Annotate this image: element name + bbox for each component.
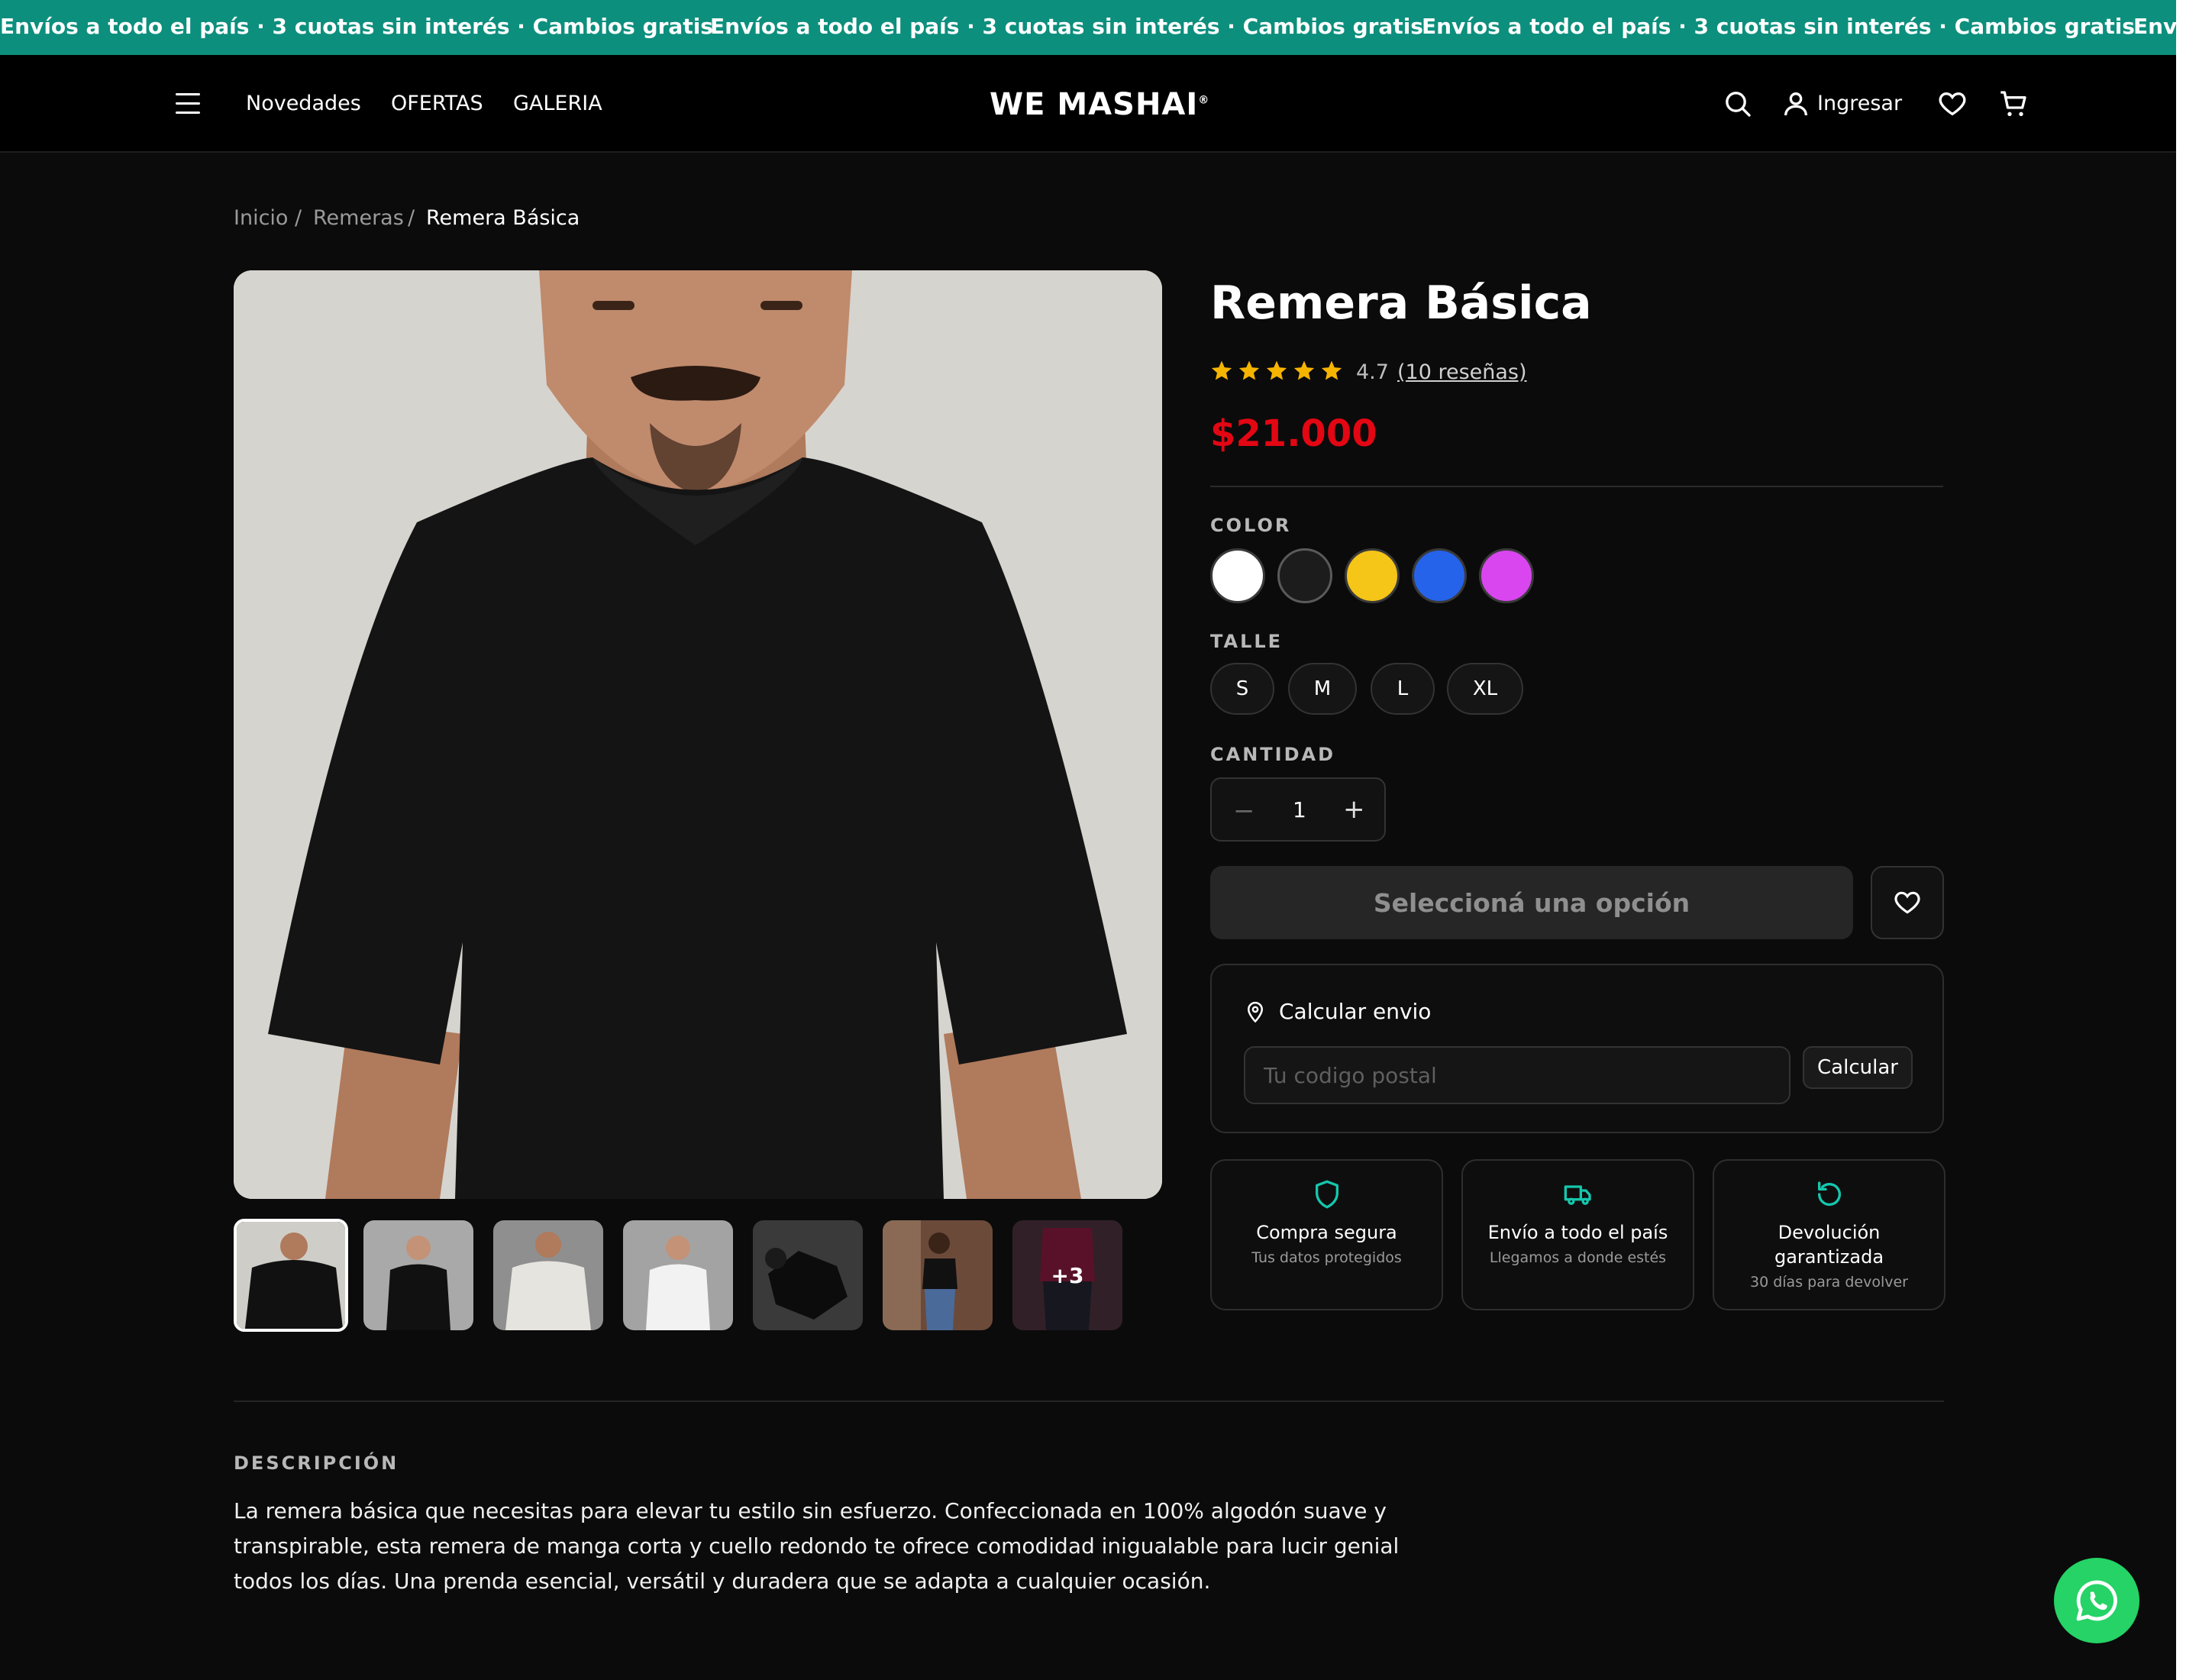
search-icon[interactable] <box>1723 89 1753 119</box>
breadcrumb-inicio[interactable]: Inicio <box>234 206 288 230</box>
breadcrumb-separator: / <box>408 206 415 230</box>
quantity-stepper: − 1 + <box>1210 777 1386 842</box>
swatch-yellow[interactable] <box>1345 548 1400 603</box>
heart-icon <box>1894 891 1920 914</box>
wishlist-button[interactable] <box>1871 866 1944 939</box>
thumbnail-6[interactable] <box>883 1220 993 1330</box>
size-label: TALLE <box>1210 631 1284 652</box>
thumbnail-2[interactable] <box>363 1220 473 1330</box>
section-divider <box>234 1401 1944 1402</box>
announcement-bar: Envíos a todo el país · 3 cuotas sin int… <box>0 0 2199 55</box>
site-header: Novedades OFERTAS GALERIA WE MASHAI® Ing… <box>0 55 2176 153</box>
swatch-blue[interactable] <box>1412 548 1467 603</box>
color-label: COLOR <box>1210 515 1292 536</box>
feature-title: Envío a todo el país <box>1487 1222 1668 1243</box>
announcement-text: Envíos a todo el país · 3 cuotas sin int… <box>710 14 1423 39</box>
refresh-icon <box>1817 1181 1841 1207</box>
thumbnail-1[interactable] <box>234 1219 348 1332</box>
quantity-label: CANTIDAD <box>1210 744 1335 765</box>
rating-stars <box>1210 359 1343 382</box>
breadcrumb-remeras[interactable]: Remeras <box>313 206 404 230</box>
feature-guaranteed-return: Devolución garantizada 30 días para devo… <box>1713 1159 1946 1310</box>
add-to-cart-button[interactable]: Seleccioná una opción <box>1210 866 1853 939</box>
feature-title: Devolución garantizada <box>1774 1222 1884 1268</box>
thumbnail-4[interactable] <box>623 1220 733 1330</box>
heart-icon[interactable] <box>1936 89 1968 119</box>
reviews-link[interactable]: (10 reseñas) <box>1397 360 1527 384</box>
size-s[interactable]: S <box>1210 663 1274 715</box>
truck-icon <box>1564 1185 1591 1205</box>
feature-secure-purchase: Compra segura Tus datos protegidos <box>1210 1159 1443 1310</box>
nav-novedades[interactable]: Novedades <box>246 92 361 115</box>
nav-ofertas[interactable]: OFERTAS <box>391 92 483 115</box>
calculate-button[interactable]: Calcular <box>1803 1046 1913 1089</box>
page-edge <box>2176 0 2199 1680</box>
shield-icon <box>1315 1180 1338 1209</box>
size-l[interactable]: L <box>1371 663 1435 715</box>
size-m[interactable]: M <box>1288 663 1357 715</box>
swatch-magenta[interactable] <box>1479 548 1534 603</box>
whatsapp-button[interactable] <box>2054 1558 2139 1643</box>
breadcrumb-separator: / <box>295 206 302 230</box>
whatsapp-icon <box>2076 1580 2117 1621</box>
product-main-image[interactable] <box>234 270 1162 1199</box>
thumbnail-5[interactable] <box>753 1220 863 1330</box>
star-icon <box>1266 360 1287 380</box>
announcement-text: Envíos a todo el país · 3 cuotas sin int… <box>1422 14 2135 39</box>
divider <box>1210 486 1943 487</box>
description-text: La remera básica que necesitas para elev… <box>234 1498 1400 1594</box>
location-pin-icon <box>1247 1001 1264 1023</box>
description-label: DESCRIPCIÓN <box>234 1452 399 1474</box>
feature-nationwide-shipping: Envío a todo el país Llegamos a donde es… <box>1461 1159 1694 1310</box>
menu-icon[interactable] <box>176 93 200 115</box>
shipping-title: Calcular envio <box>1279 999 1432 1024</box>
more-thumbnails-label[interactable]: +3 <box>1012 1220 1122 1330</box>
thumbnail-7[interactable]: +3 <box>1012 1220 1122 1330</box>
shipping-calculator: Calcular envio Calcular <box>1210 964 1944 1133</box>
swatch-black[interactable] <box>1277 548 1332 603</box>
feature-title: Compra segura <box>1256 1222 1397 1243</box>
star-icon <box>1211 360 1232 380</box>
feature-subtitle: Llegamos a donde estés <box>1489 1249 1667 1266</box>
breadcrumb-current: Remera Básica <box>426 206 580 230</box>
postal-code-input[interactable] <box>1244 1046 1791 1104</box>
feature-subtitle: 30 días para devolver <box>1750 1274 1908 1291</box>
thumbnail-3[interactable] <box>493 1220 603 1330</box>
login-link[interactable]: Ingresar <box>1817 92 1902 115</box>
quantity-value[interactable]: 1 <box>1293 797 1306 822</box>
feature-subtitle: Tus datos protegidos <box>1251 1249 1402 1266</box>
star-icon <box>1293 360 1315 380</box>
increase-button[interactable]: + <box>1343 794 1365 825</box>
user-icon[interactable] <box>1781 89 1811 119</box>
star-icon <box>1321 360 1342 380</box>
brand-logo[interactable]: WE MASHAI® <box>990 87 1209 122</box>
nav-galeria[interactable]: GALERIA <box>513 92 602 115</box>
product-title: Remera Básica <box>1210 276 1592 330</box>
announcement-text: Envíos a todo el país · 3 cuotas sin int… <box>0 14 713 39</box>
decrease-button[interactable]: − <box>1233 796 1255 826</box>
rating-value: 4.7 <box>1356 360 1389 384</box>
cart-icon[interactable] <box>1997 89 2029 119</box>
swatch-white[interactable] <box>1210 548 1265 603</box>
star-icon <box>1238 360 1260 380</box>
product-price: $21.000 <box>1210 412 1377 455</box>
size-xl[interactable]: XL <box>1447 663 1523 715</box>
